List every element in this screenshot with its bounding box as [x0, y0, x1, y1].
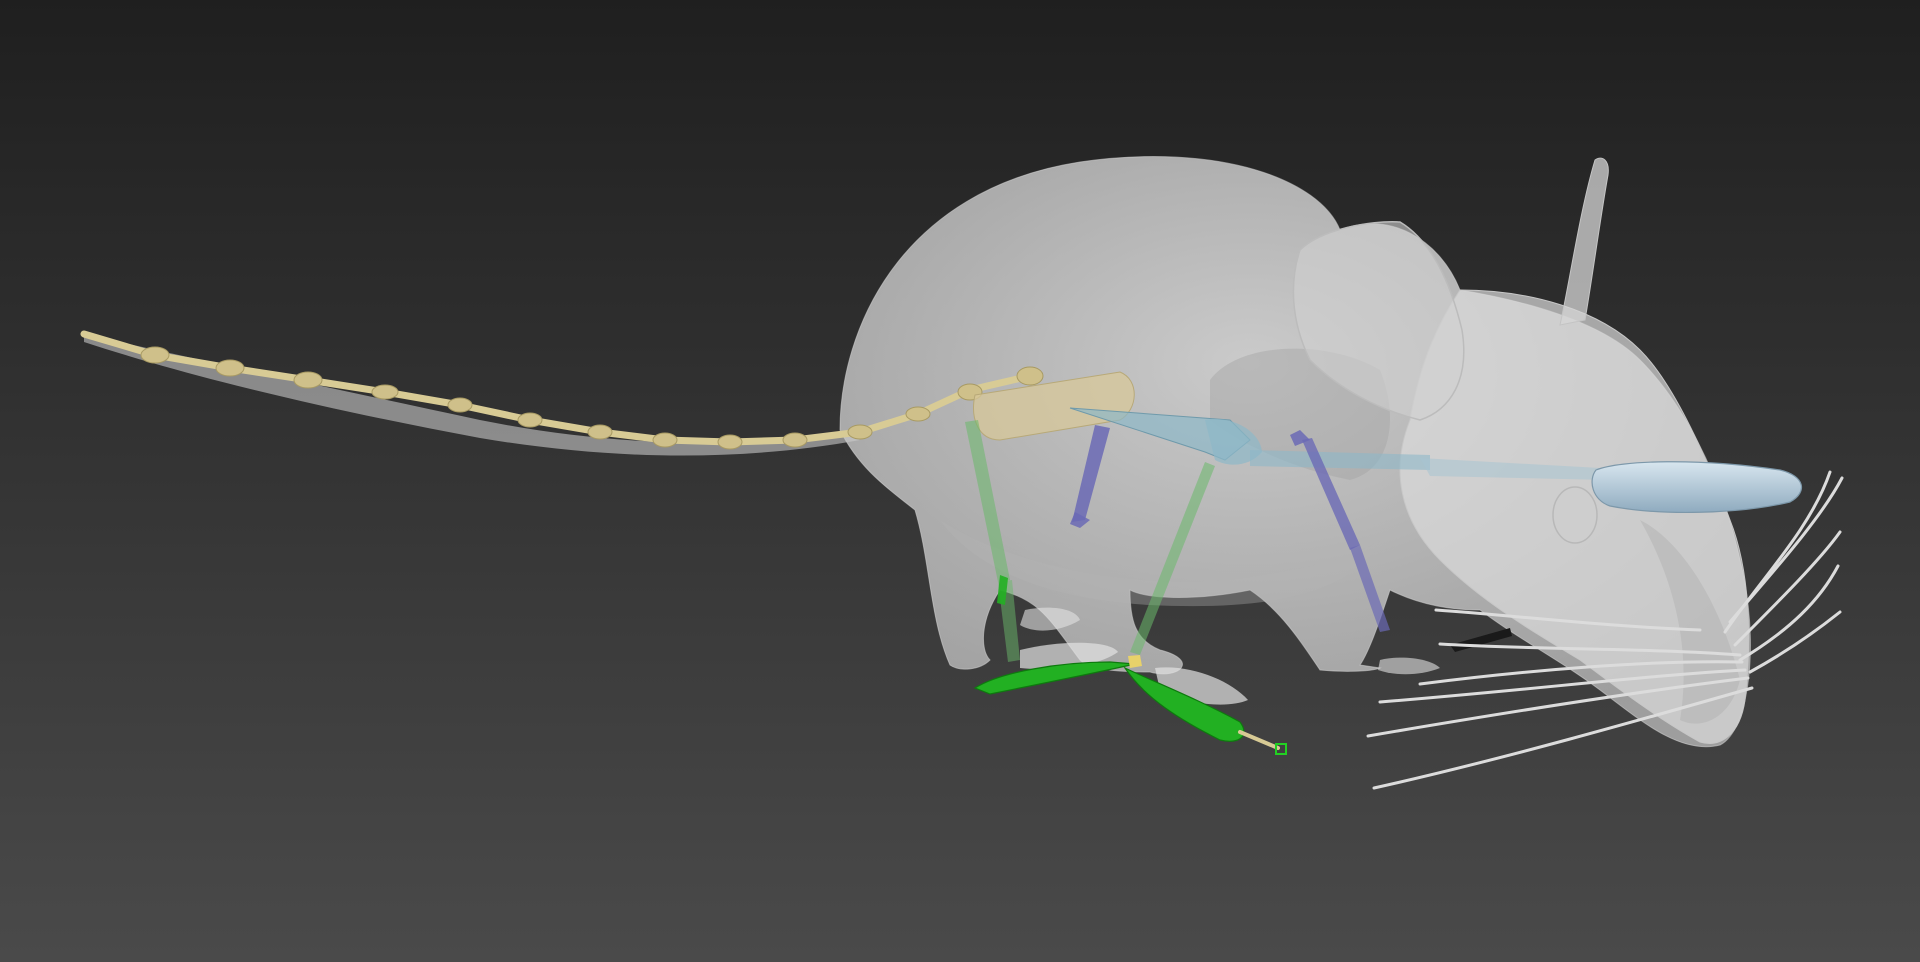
tail-joint[interactable]	[717, 434, 743, 450]
scene-canvas[interactable]	[0, 0, 1920, 962]
tail-joint[interactable]	[371, 384, 399, 400]
tail-joint[interactable]	[905, 406, 931, 422]
head-bone[interactable]	[1591, 461, 1802, 514]
tail-joint[interactable]	[447, 397, 473, 413]
eye-mesh	[1552, 486, 1598, 544]
tail-joint[interactable]	[140, 346, 170, 364]
tail-joint[interactable]	[1016, 366, 1044, 386]
tail-joint[interactable]	[782, 432, 808, 448]
tail-joint[interactable]	[847, 424, 873, 440]
tail-joint[interactable]	[293, 371, 323, 389]
3d-viewport[interactable]	[0, 0, 1920, 962]
tail-joint[interactable]	[652, 432, 678, 448]
tail-joint[interactable]	[517, 412, 543, 428]
tail-joint[interactable]	[587, 424, 613, 440]
tail-joint[interactable]	[215, 359, 245, 377]
ankle-joint-marker[interactable]	[1128, 655, 1142, 668]
